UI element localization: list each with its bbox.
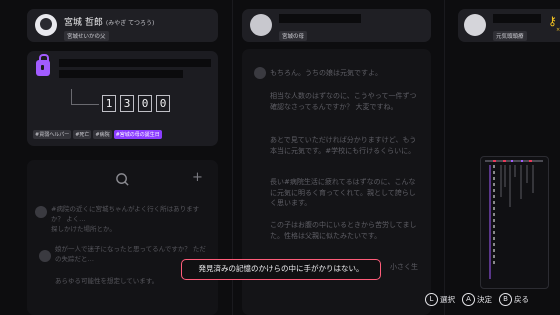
chat-line: 探しかけた場所とか。 <box>51 225 116 233</box>
profile-subtitle: 元気頭頭療 <box>493 31 527 41</box>
confirm-label: 決定 <box>477 295 492 304</box>
search-icon[interactable] <box>115 172 130 187</box>
profile-name: 宮城 哲郎 (みやぎ てつろう) <box>64 15 154 28</box>
code-digit[interactable]: 0 <box>156 95 170 112</box>
profile-name-text: 宮城 哲郎 <box>64 18 103 28</box>
redacted-text <box>59 70 183 78</box>
code-digit[interactable]: 3 <box>120 95 134 112</box>
chat-line: #病院の近くに宮城ちゃんがよく行く所はありますか？ よく… <box>51 205 200 223</box>
back-control[interactable]: B 戻る <box>499 293 529 306</box>
select-control[interactable]: L 選択 <box>425 293 455 306</box>
message-paragraph: この子はお腹の中にいるときから苦労してました。性格は父親に似たみたいです。 <box>270 221 417 240</box>
message-paragraph: 長い#病院生活に疲れてるはずなのに、こんなに元気に明るく育ってくれて。親として誇… <box>270 178 416 207</box>
b-button-icon: B <box>499 293 512 306</box>
message-paragraph: あとで見ていただければ分かりますけど、もう本当に元気です。#学校にも行けるくらい… <box>270 136 417 155</box>
toast-message: 発見済みの記憶のかけらの中に手がかりはない。 <box>181 259 381 280</box>
keyword-tags: #買弱ヘルパー #死亡 #病院 #宮城の母の誕生日 <box>33 130 162 139</box>
code-digit[interactable]: 0 <box>138 95 152 112</box>
profile-subtitle: 宮城の母 <box>279 31 308 41</box>
avatar <box>35 14 57 36</box>
redacted-name <box>279 14 361 23</box>
avatar <box>464 14 486 36</box>
message-paragraph: もちろん。うちの娘は元気ですよ。 <box>270 69 382 77</box>
plus-icon[interactable]: + <box>192 170 203 185</box>
control-hints: L 選択 A 決定 B 戻る <box>425 293 529 306</box>
redacted-name <box>493 14 541 23</box>
mini-map[interactable] <box>480 156 549 289</box>
lock-icon <box>36 54 50 76</box>
keyword-tag[interactable]: #病院 <box>93 130 112 139</box>
redacted-text <box>59 59 211 67</box>
message-paragraph: 相当な人数のはずなのに、こうやって一件ずつ確認なさってるんですか？ 大変ですね。 <box>270 92 417 111</box>
middle-profile-card[interactable]: 宮城の母 <box>242 9 431 42</box>
left-profile-card[interactable]: 宮城 哲郎 (みやぎ てつろう) 宮城せいかの父 <box>27 9 218 42</box>
connector-line <box>71 89 99 105</box>
avatar <box>35 206 47 218</box>
keyword-tag-highlighted[interactable]: #宮城の母の誕生日 <box>113 130 162 139</box>
left-chat-panel: + #病院の近くに宮城ちゃんがよく行く所はありますか？ よく… 探しかけた場所と… <box>27 160 218 315</box>
lock-panel[interactable]: 1 3 0 0 #買弱ヘルパー #死亡 #病院 #宮城の母の誕生日 <box>27 51 218 146</box>
keyword-tag[interactable]: #買弱ヘルパー <box>33 130 72 139</box>
column-divider <box>444 0 445 315</box>
avatar <box>250 14 272 36</box>
confirm-control[interactable]: A 決定 <box>462 293 492 306</box>
avatar <box>254 67 266 79</box>
code-digits[interactable]: 1 3 0 0 <box>102 95 170 112</box>
back-label: 戻る <box>514 295 529 304</box>
keyword-tag[interactable]: #死亡 <box>73 130 92 139</box>
mini-map-graphic <box>485 160 543 279</box>
code-digit[interactable]: 1 <box>102 95 116 112</box>
key-count-badge: ×1 <box>556 27 560 33</box>
message-paragraph-trailing: 小さく生 <box>390 263 418 271</box>
profile-subtitle: 宮城せいかの父 <box>64 31 109 41</box>
profile-name-reading: (みやぎ てつろう) <box>105 20 155 27</box>
right-profile-card[interactable]: 元気頭頭療 ⚷ ×1 <box>458 9 560 42</box>
a-button-icon: A <box>462 293 475 306</box>
select-label: 選択 <box>440 295 455 304</box>
avatar <box>39 250 51 262</box>
l-stick-icon: L <box>425 293 438 306</box>
